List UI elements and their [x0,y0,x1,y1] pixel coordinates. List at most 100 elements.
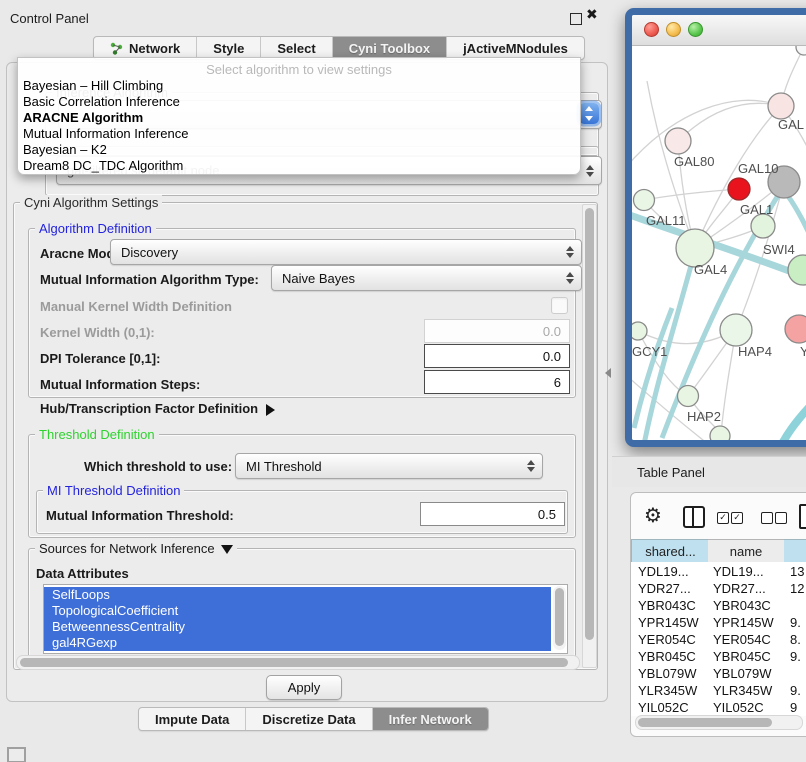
kernel-width-field[interactable]: 0.0 [424,319,570,343]
settings-vertical-scrollbar[interactable] [582,204,597,668]
settings-horizontal-scrollbar[interactable] [16,655,580,670]
tab-discretize-data[interactable]: Discretize Data [246,708,372,730]
network-node[interactable] [634,190,655,211]
table-horizontal-scrollbar-thumb[interactable] [638,718,772,727]
tab-select[interactable]: Select [261,37,332,59]
algorithm-option[interactable]: Dream8 DC_TDC Algorithm [18,157,580,173]
minimize-traffic-light[interactable] [666,22,681,37]
network-node[interactable] [785,315,806,343]
network-canvas[interactable]: GAL GAL80 GAL10 GAL11 GAL1 SWI4 GAL4 GCY… [632,46,806,440]
hub-definition-toggle[interactable]: Hub/Transcription Factor Definition [40,401,275,416]
dpi-tolerance-value: 0.0 [543,349,561,364]
gear-icon[interactable]: ⚙ [644,503,662,527]
cell-value: 9 [790,700,806,715]
desktop: Control Panel ✖ Network Style Select Cyn… [0,0,806,762]
network-node[interactable] [788,255,806,285]
mi-algorithm-type-value: Naive Bayes [282,271,355,286]
column-header-shared-name[interactable]: shared... [631,539,710,563]
network-node[interactable] [720,314,752,346]
tab-jactivemnodules-label: jActiveMNodules [463,41,568,56]
column-header-clipped[interactable]: A [784,539,806,563]
cell-name: YBL079W [713,666,781,681]
column-header-label: name [730,544,763,559]
cell-shared-name: YIL052C [638,700,706,715]
network-node-red[interactable] [728,178,750,200]
algorithm-option[interactable]: Mutual Information Inference [18,125,580,141]
network-graph: GAL GAL80 GAL10 GAL11 GAL1 SWI4 GAL4 GCY… [632,46,806,440]
combo-focus-stepper[interactable] [579,103,599,124]
network-node[interactable] [710,426,730,440]
network-view-window[interactable]: GAL GAL80 GAL10 GAL11 GAL1 SWI4 GAL4 GCY… [625,8,806,447]
manual-kernel-width-checkbox[interactable] [551,297,568,314]
cell-name: YPR145W [713,615,781,630]
node-label: GAL4 [694,262,727,277]
algorithm-option-selected[interactable]: ARACNE Algorithm [18,109,580,125]
close-traffic-light[interactable] [644,22,659,37]
tab-infer-network[interactable]: Infer Network [373,708,488,730]
mi-threshold-field[interactable]: 0.5 [420,502,565,526]
tab-style[interactable]: Style [197,37,261,59]
aracne-mode-combo[interactable]: Discovery [110,239,582,265]
algorithm-option[interactable]: Basic Correlation Inference [18,93,580,109]
attribute-item-selected[interactable]: gal4RGexp [44,635,551,651]
data-attributes-label: Data Attributes [36,566,129,581]
algorithm-option[interactable]: Bayesian – K2 [18,141,580,157]
network-node[interactable] [796,46,806,55]
cell-value: 13 [790,564,806,579]
float-window-icon[interactable] [570,13,582,25]
attribute-item-selected[interactable]: BetweennessCentrality [44,619,551,635]
tab-impute-data[interactable]: Impute Data [139,708,246,730]
column-header-name[interactable]: name [708,539,785,563]
table-panel-titlebar: Table Panel [612,456,806,487]
network-node[interactable] [632,322,647,340]
kernel-width-label: Kernel Width (0,1): [40,325,155,340]
column-header-label: shared... [645,544,696,559]
attribute-item-selected[interactable]: SelfLoops [44,587,551,603]
network-node[interactable] [678,386,699,407]
attribute-item-selected[interactable]: TopologicalCoefficient [44,603,551,619]
data-attributes-list: SelfLoops TopologicalCoefficient Between… [43,584,568,654]
collapsed-arrow-icon [266,404,275,416]
deselect-all-icon[interactable] [761,512,773,524]
dpi-tolerance-field[interactable]: 0.0 [424,344,570,368]
deselect-all-icon-2[interactable] [775,512,787,524]
apply-button[interactable]: Apply [266,675,342,700]
splitter-collapse-arrow[interactable] [605,368,611,378]
cell-name: YBR043C [713,598,781,613]
network-node[interactable] [768,93,794,119]
tab-jactivemnodules[interactable]: jActiveMNodules [447,37,584,59]
export-table-icon[interactable] [799,504,806,529]
attributes-scrollbar-thumb[interactable] [555,588,564,646]
select-all-icon[interactable]: ✓ [717,512,729,524]
node-label: GCY1 [632,344,667,359]
dpi-tolerance-label: DPI Tolerance [0,1]: [40,351,160,366]
which-threshold-combo[interactable]: MI Threshold [235,453,543,479]
table-horizontal-scrollbar[interactable] [635,715,803,730]
network-node[interactable] [751,214,775,238]
network-window-titlebar[interactable] [632,15,806,46]
tab-cyni-toolbox[interactable]: Cyni Toolbox [333,37,447,59]
attributes-scrollbar[interactable] [553,586,566,650]
mi-steps-value: 6 [554,375,561,390]
settings-horizontal-scrollbar-thumb[interactable] [20,658,568,667]
algorithm-option[interactable]: Bayesian – Hill Climbing [18,77,580,93]
mi-algorithm-type-combo[interactable]: Naive Bayes [271,265,582,291]
close-icon[interactable]: ✖ [586,6,598,23]
table-panel-title: Table Panel [637,465,705,480]
settings-vertical-scrollbar-thumb[interactable] [585,208,594,640]
zoom-traffic-light[interactable] [688,22,703,37]
sources-group-title[interactable]: Sources for Network Inference [35,541,237,556]
mi-steps-field[interactable]: 6 [424,370,570,394]
minimized-panel-icon[interactable] [7,747,26,762]
select-all-icon-2[interactable]: ✓ [731,512,743,524]
cell-name: YLR345W [713,683,781,698]
network-node[interactable] [665,128,691,154]
hub-definition-label: Hub/Transcription Factor Definition [40,401,258,416]
node-label: SWI4 [763,242,795,257]
tab-cyni-toolbox-label: Cyni Toolbox [349,41,430,56]
tab-network[interactable]: Network [94,37,197,59]
tab-select-label: Select [277,41,315,56]
mi-threshold-value: 0.5 [538,507,556,522]
split-view-icon[interactable] [683,506,705,528]
cell-shared-name: YPR145W [638,615,706,630]
